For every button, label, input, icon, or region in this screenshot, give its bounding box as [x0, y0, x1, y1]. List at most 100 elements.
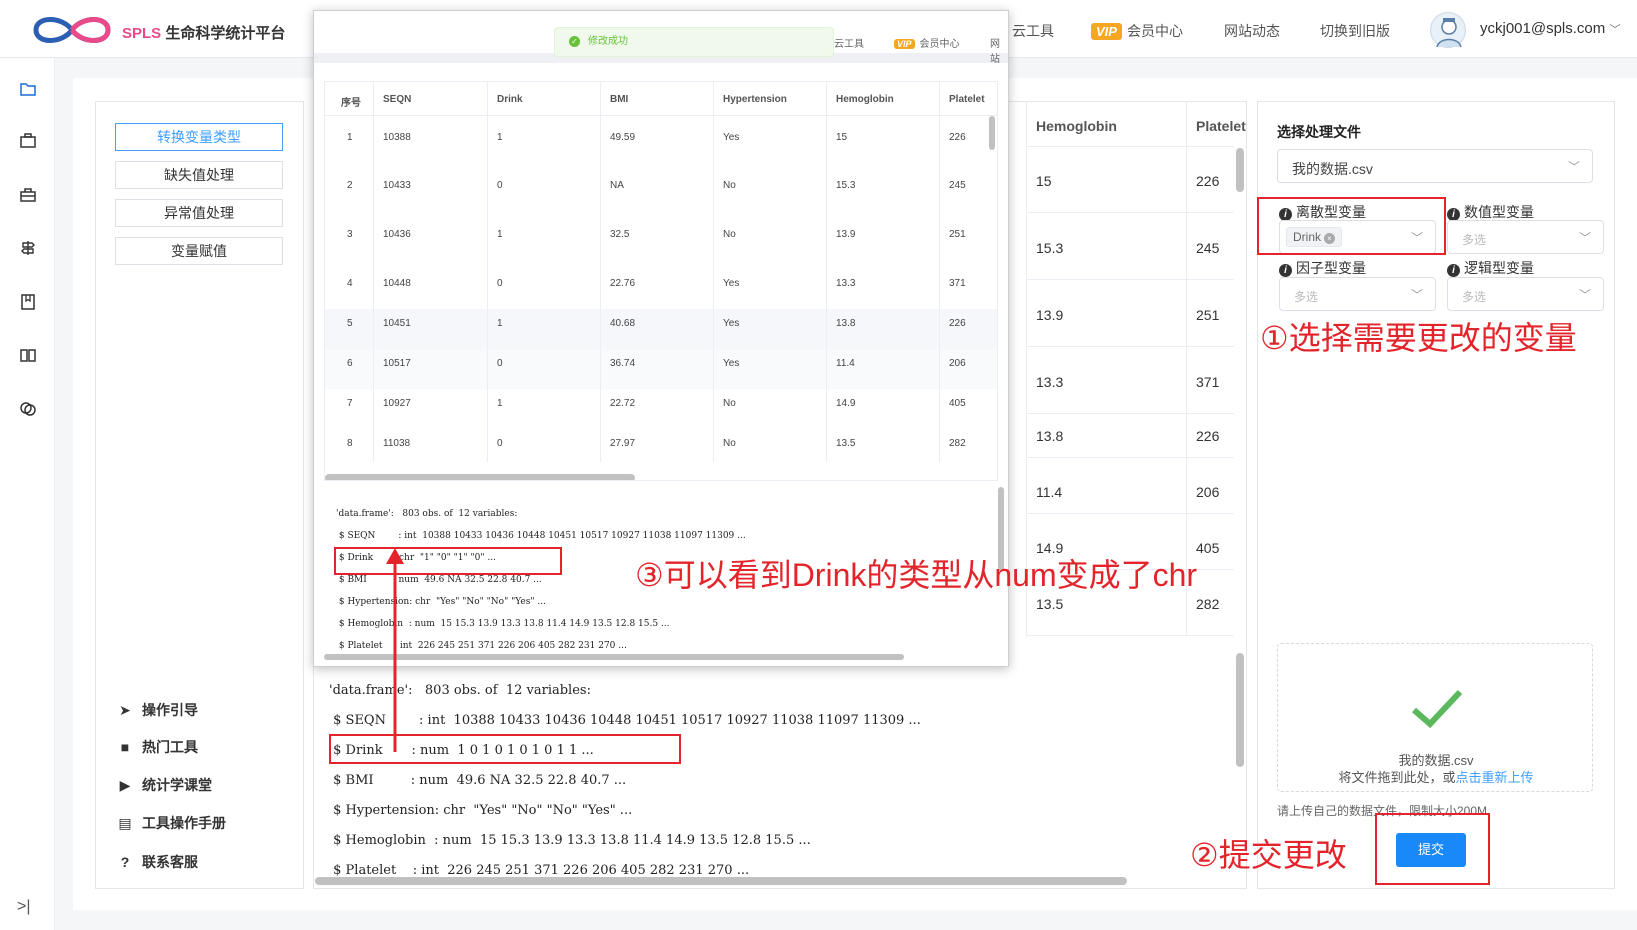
- vip-badge: VIP: [1091, 23, 1122, 40]
- column-header-hemoglobin: Hemoglobin: [1036, 118, 1117, 134]
- menu-convert-type-button[interactable]: 转换变量类型: [115, 123, 283, 151]
- highlight-box-submit: [1375, 813, 1490, 885]
- column-header-platelet: Platelet: [1196, 118, 1246, 134]
- row-divider: [1026, 413, 1234, 414]
- nav-switch-old[interactable]: 切换到旧版: [1320, 21, 1390, 41]
- table-cell: No: [723, 438, 736, 449]
- row-divider: [1026, 279, 1234, 280]
- table-horizontal-scrollbar[interactable]: [325, 474, 635, 480]
- table-cell: 10927: [383, 398, 411, 409]
- annotation-step1: ①选择需要更改的变量: [1260, 320, 1577, 356]
- table-cell: 3: [347, 229, 353, 240]
- table-cell: 1: [497, 318, 503, 329]
- column-divider: [373, 82, 374, 462]
- spls-logo[interactable]: [28, 10, 116, 50]
- row-divider: [325, 115, 997, 116]
- signpost-icon[interactable]: [19, 239, 37, 257]
- table-cell: 14.9: [836, 398, 856, 409]
- str-output-line: $ BMI : num 49.6 NA 32.5 22.8 40.7 ...: [336, 575, 542, 585]
- table-cell: 0: [497, 278, 503, 289]
- popup-data-table: 序号 SEQN Drink BMI Hypertension Hemoglobi…: [324, 81, 998, 481]
- link-hot-tools[interactable]: ■ 热门工具: [116, 737, 198, 757]
- table-cell: 226: [949, 318, 966, 329]
- annotation-step3: ③可以看到Drink的类型从num变成了chr: [635, 557, 1198, 593]
- column-header: Platelet: [949, 94, 985, 105]
- nav-cloud-tools[interactable]: 云工具: [1012, 21, 1054, 41]
- info-icon: i: [1447, 264, 1460, 277]
- column-divider: [826, 82, 827, 462]
- avatar[interactable]: [1430, 12, 1466, 48]
- menu-missing-value-button[interactable]: 缺失值处理: [115, 161, 283, 189]
- numeric-var-select[interactable]: 多选 ﹀: [1447, 220, 1604, 254]
- table-vertical-scrollbar[interactable]: [989, 116, 995, 150]
- video-icon: ▶: [119, 777, 131, 793]
- user-email[interactable]: yckj001@spls.com ﹀: [1480, 20, 1620, 37]
- highlight-box-discrete: [1257, 197, 1446, 255]
- table-cell: 36.74: [610, 358, 636, 369]
- chevron-down-icon: ﹀: [1578, 231, 1591, 245]
- briefcase-icon[interactable]: [19, 132, 37, 150]
- output-vertical-scrollbar[interactable]: [1236, 653, 1244, 767]
- column-divider: [487, 82, 488, 462]
- table-cell: Yes: [723, 358, 740, 369]
- link-support[interactable]: ? 联系客服: [116, 852, 198, 872]
- row-highlight: [325, 309, 997, 349]
- table-cell: 15.3: [836, 180, 856, 191]
- table-cell: 11.4: [1036, 484, 1063, 500]
- toolbox-icon[interactable]: [19, 186, 37, 204]
- table-cell: 245: [1196, 240, 1220, 256]
- table-cell: Yes: [723, 318, 740, 329]
- table-cell: 10436: [383, 229, 411, 240]
- upload-dropzone[interactable]: 我的数据.csv 将文件拖到此处，或点击重新上传: [1277, 643, 1593, 792]
- table-vertical-scrollbar[interactable]: [1236, 148, 1244, 192]
- menu-outlier-button[interactable]: 异常值处理: [115, 199, 283, 227]
- output-horizontal-scrollbar[interactable]: [324, 654, 904, 660]
- column-divider: [939, 82, 940, 462]
- collapse-sidebar-icon[interactable]: >|: [17, 898, 31, 916]
- nav-site-news[interactable]: 网站动态: [1224, 21, 1280, 41]
- table-cell: 27.97: [610, 438, 636, 449]
- logical-var-select[interactable]: 多选 ﹀: [1447, 277, 1604, 311]
- table-cell: 15: [836, 132, 848, 143]
- factor-var-select[interactable]: 多选 ﹀: [1279, 277, 1436, 311]
- reupload-link[interactable]: 点击重新上传: [1456, 770, 1534, 785]
- link-guide[interactable]: ➤ 操作引导: [116, 700, 198, 720]
- chevron-down-icon: ﹀: [1410, 288, 1423, 302]
- bookmark-book-icon[interactable]: [19, 293, 37, 311]
- menu-assign-value-button[interactable]: 变量赋值: [115, 237, 283, 265]
- chevron-down-icon: ﹀: [1609, 24, 1621, 36]
- table-cell: 206: [949, 358, 966, 369]
- table-cell: 10448: [383, 278, 411, 289]
- logo-text: SPLS 生命科学统计平台: [122, 25, 286, 42]
- table-cell: 245: [949, 180, 966, 191]
- table-cell: 251: [1196, 307, 1220, 323]
- table-cell: 13.3: [1036, 374, 1064, 390]
- annotation-step2: ②提交更改: [1190, 837, 1347, 873]
- table-cell: 10388: [383, 132, 411, 143]
- open-book-icon[interactable]: [19, 346, 37, 364]
- link-stats-class[interactable]: ▶ 统计学课堂: [116, 775, 212, 795]
- table-cell: 15.3: [1036, 240, 1064, 256]
- str-output-line: $ Platelet : int 226 245 251 371 226 206…: [329, 863, 750, 878]
- column-header: 序号: [341, 98, 361, 109]
- table-cell: 13.9: [1036, 307, 1064, 323]
- table-cell: 40.68: [610, 318, 636, 329]
- table-cell: No: [723, 398, 736, 409]
- link-manual[interactable]: ▤ 工具操作手册: [116, 813, 226, 833]
- numeric-var-label: i 数值型变量: [1447, 202, 1534, 222]
- table-cell: NA: [610, 180, 624, 191]
- row-divider: [1026, 513, 1234, 514]
- table-cell: 15: [1036, 173, 1052, 189]
- column-divider: [600, 82, 601, 462]
- str-output-line: $ Platelet : int 226 245 251 371 226 206…: [336, 641, 627, 651]
- nav-member-center[interactable]: VIP 会员中心: [1091, 21, 1183, 41]
- str-output-line: $ BMI : num 49.6 NA 32.5 22.8 40.7 ...: [329, 773, 627, 788]
- table-cell: 13.3: [836, 278, 856, 289]
- popup-nav-cloud-tools: 云工具: [834, 39, 864, 50]
- output-horizontal-scrollbar[interactable]: [315, 877, 1127, 885]
- chat-icon[interactable]: [19, 400, 37, 418]
- highlight-box-popup-drink: [334, 547, 562, 575]
- table-cell: 226: [1196, 173, 1220, 189]
- folder-icon[interactable]: [19, 80, 37, 98]
- file-select[interactable]: 我的数据.csv ﹀: [1277, 149, 1593, 183]
